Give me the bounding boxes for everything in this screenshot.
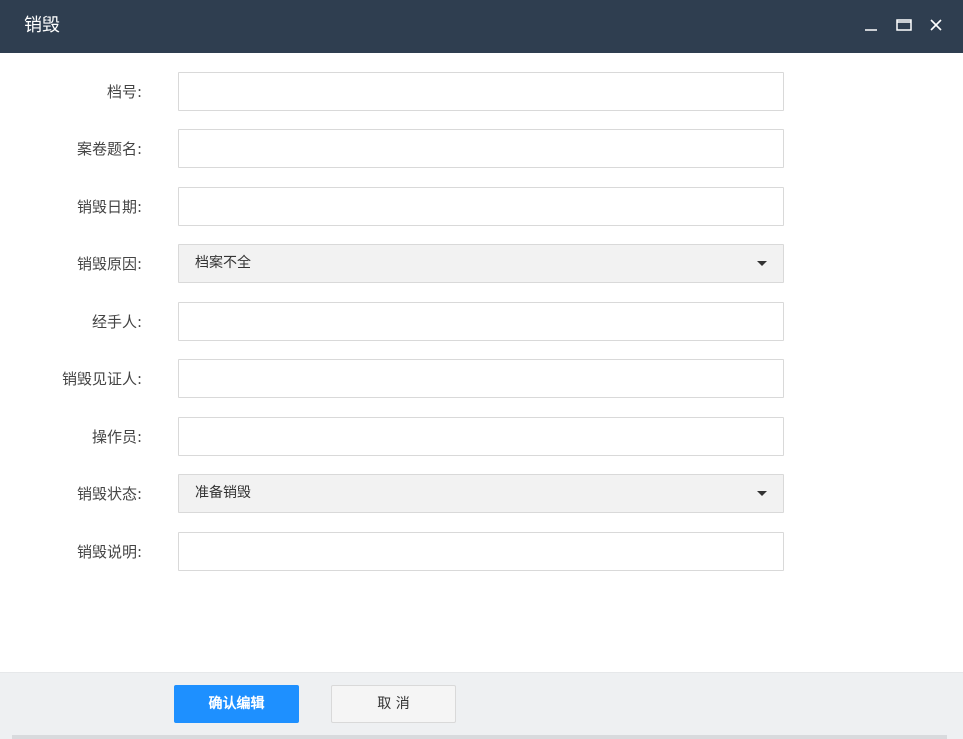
cancel-button[interactable]: 取 消 [331, 685, 456, 723]
minimize-icon[interactable] [862, 16, 880, 34]
destroy-status-select[interactable]: 准备销毁 [178, 474, 784, 513]
form-row-destroy-note: 销毁说明: [0, 532, 963, 572]
operator-input[interactable] [178, 417, 784, 456]
chevron-down-icon [757, 261, 767, 266]
window-titlebar: 销毁 [0, 0, 963, 53]
form-row-destroy-reason: 销毁原因: 档案不全 [0, 244, 963, 284]
form-content: 档号: 案卷题名: 销毁日期: 销毁原因: 档案不全 经手人: 销毁见证人: 操… [0, 53, 963, 672]
destroy-date-label: 销毁日期: [76, 198, 142, 216]
destroy-date-input[interactable] [178, 187, 784, 226]
chevron-down-icon [757, 491, 767, 496]
dialog-footer: 确认编辑 取 消 [0, 672, 963, 739]
witness-input[interactable] [178, 359, 784, 398]
volume-title-input[interactable] [178, 129, 784, 168]
form-row-operator: 操作员: [0, 417, 963, 457]
close-icon[interactable] [927, 16, 945, 34]
form-row-destroy-date: 销毁日期: [0, 187, 963, 227]
window-title: 销毁 [24, 15, 60, 36]
destroy-status-value: 准备销毁 [195, 485, 251, 501]
handler-input[interactable] [178, 302, 784, 341]
form-row-handler: 经手人: [0, 302, 963, 342]
witness-label: 销毁见证人: [61, 370, 142, 388]
file-number-label: 档号: [106, 83, 142, 101]
handler-label: 经手人: [91, 313, 142, 331]
form-row-witness: 销毁见证人: [0, 359, 963, 399]
destroy-reason-label: 销毁原因: [76, 255, 142, 273]
destroy-note-input[interactable] [178, 532, 784, 571]
volume-title-label: 案卷题名: [76, 140, 142, 158]
operator-label: 操作员: [91, 428, 142, 446]
maximize-icon[interactable] [895, 16, 913, 34]
form-row-volume-title: 案卷题名: [0, 129, 963, 169]
destroy-reason-select[interactable]: 档案不全 [178, 244, 784, 283]
destroy-status-label: 销毁状态: [76, 485, 142, 503]
form-row-file-number: 档号: [0, 72, 963, 112]
confirm-edit-button[interactable]: 确认编辑 [174, 685, 299, 723]
form-row-destroy-status: 销毁状态: 准备销毁 [0, 474, 963, 514]
destroy-reason-value: 档案不全 [195, 255, 251, 271]
footer-divider [12, 735, 947, 739]
file-number-input[interactable] [178, 72, 784, 111]
destroy-note-label: 销毁说明: [76, 543, 142, 561]
